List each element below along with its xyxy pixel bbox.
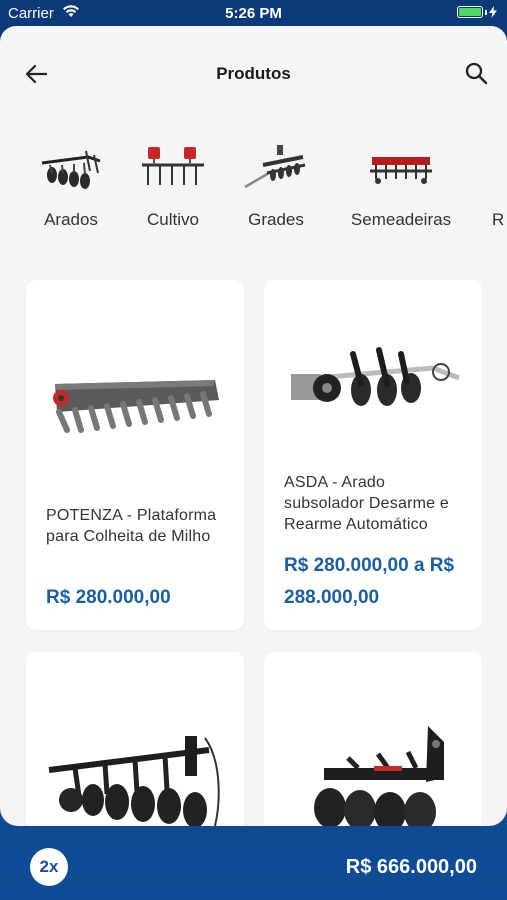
product-card[interactable]: ASDA - Arado subsolador Desarme e Rearme… (264, 280, 482, 630)
product-card[interactable] (264, 652, 482, 826)
product-price: R$ 280.000,00 (46, 587, 171, 608)
category-strip[interactable]: Arados Cultivo Grades Semeadeiras R (0, 140, 507, 240)
page-title: Produtos (216, 64, 291, 83)
category-grades[interactable]: Grades (242, 140, 310, 230)
cart-total: R$ 666.000,00 (345, 856, 477, 878)
main-sheet: Produtos Arados Cultivo Grades Semeadeir… (0, 26, 507, 826)
status-bar: Carrier 5:26 PM (0, 0, 507, 28)
category-next-partial[interactable]: R (492, 140, 507, 230)
product-price: R$ 280.000,00 a R$ 288.000,00 (284, 555, 455, 608)
seeder-icon (344, 140, 458, 198)
category-label: Arados (44, 210, 98, 229)
plow-icon (36, 140, 106, 198)
cart-bar[interactable]: 2x R$ 666.000,00 (0, 826, 507, 900)
header: Produtos (0, 26, 507, 122)
cart-quantity-badge[interactable]: 2x (30, 848, 68, 886)
disc-plow-icon (26, 730, 244, 826)
disc-harrow-icon (264, 722, 482, 826)
category-label: Grades (248, 210, 304, 229)
search-icon (465, 62, 488, 85)
category-semeadeiras[interactable]: Semeadeiras (344, 140, 458, 230)
subsoiler-icon (264, 344, 482, 424)
category-label: Semeadeiras (350, 210, 452, 229)
category-arados[interactable]: Arados (36, 140, 106, 230)
product-name: ASDA - Arado subsolador Desarme e Rearme… (284, 474, 449, 533)
category-label: R (492, 210, 505, 229)
category-cultivo[interactable]: Cultivo (138, 140, 208, 230)
clock: 5:26 PM (225, 5, 282, 22)
product-card[interactable] (26, 652, 244, 826)
category-label: Cultivo (147, 210, 199, 229)
harrow-icon (242, 140, 310, 198)
corn-header-icon (26, 372, 244, 436)
cultivator-icon (138, 140, 208, 198)
battery-icon (457, 6, 497, 18)
search-button[interactable] (461, 58, 491, 88)
product-name: POTENZA - Plataforma para Colheita de Mi… (46, 507, 217, 545)
charging-icon (489, 6, 497, 18)
product-card[interactable]: POTENZA - Plataforma para Colheita de Mi… (26, 280, 244, 630)
